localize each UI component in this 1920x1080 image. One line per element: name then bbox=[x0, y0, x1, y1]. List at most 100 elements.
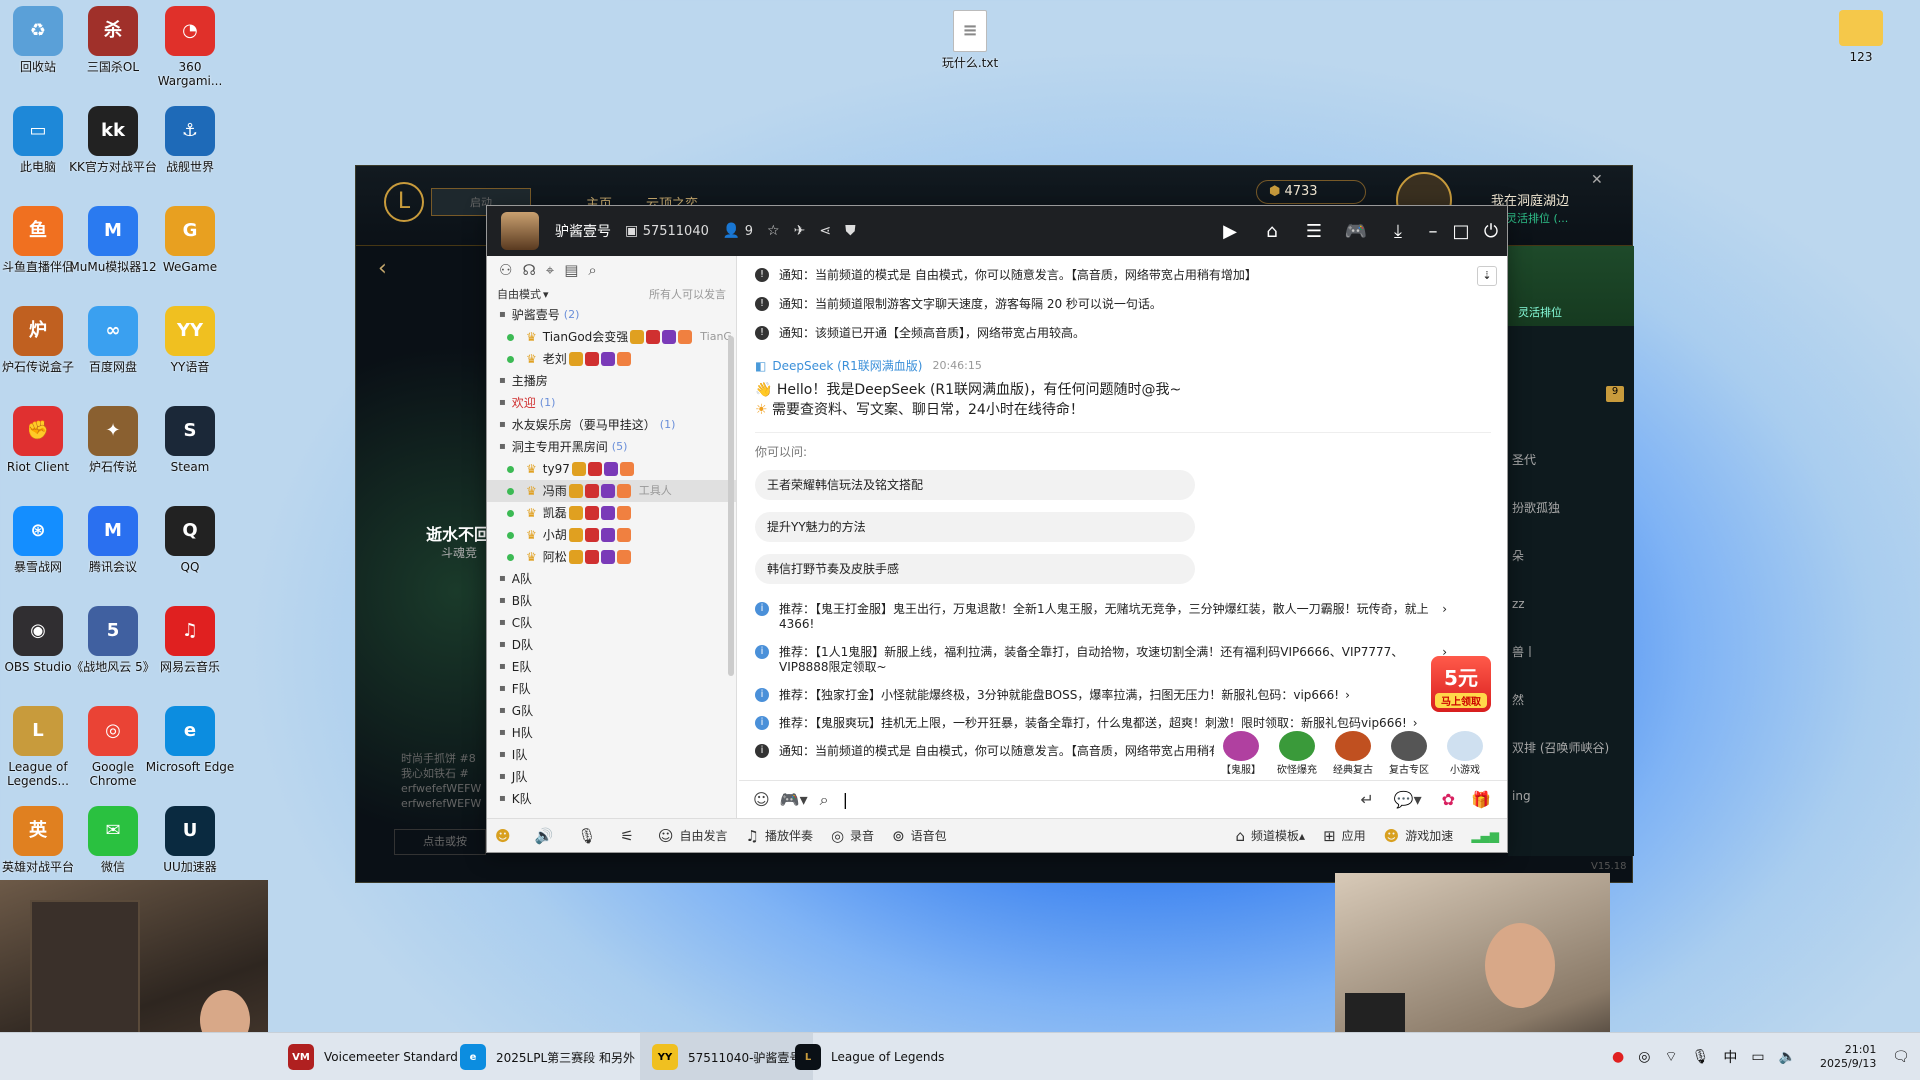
equalizer-icon[interactable]: ⚟ bbox=[620, 827, 639, 845]
bubble-icon[interactable]: 💬▾ bbox=[1394, 790, 1422, 809]
free-speak-button[interactable]: ☺ 自由发言 bbox=[658, 827, 728, 845]
maximize-icon[interactable]: □ bbox=[1447, 221, 1475, 242]
friend-item[interactable]: 朵 bbox=[1508, 532, 1628, 580]
scroll-down-icon[interactable]: ⇣ bbox=[1477, 266, 1497, 286]
list-icon[interactable]: ☰ bbox=[1293, 221, 1335, 242]
close-icon[interactable]: ✕ bbox=[1591, 172, 1603, 188]
channel-avatar[interactable] bbox=[501, 212, 539, 250]
channel-room[interactable]: ▪ J队 bbox=[487, 766, 736, 788]
emoji-icon[interactable]: ☺ bbox=[753, 790, 770, 809]
minimize-icon[interactable]: – bbox=[1419, 221, 1447, 242]
chat-input[interactable]: ☺ 🎮▾ ⌕ | ↵ 💬▾ ✿ 🎁 bbox=[739, 780, 1507, 818]
clock[interactable]: 21:01 2025/9/13 bbox=[1820, 1033, 1876, 1080]
display-icon[interactable]: ▭ bbox=[1751, 1049, 1764, 1065]
promo-message[interactable]: i 推荐：【1人1鬼服】新服上线，福利拉满，装备全靠打，自动拾物，攻速切割全满！还… bbox=[739, 641, 1507, 684]
desktop-icon[interactable]: G WeGame bbox=[145, 206, 235, 274]
rose-icon[interactable]: ✿ bbox=[1442, 790, 1455, 809]
channel-user[interactable]: ♛ 阿松 bbox=[487, 546, 736, 568]
desktop-icon[interactable]: U UU加速器 bbox=[145, 806, 235, 874]
headset-icon[interactable]: ☊ bbox=[522, 261, 535, 279]
channel-room[interactable]: ▪ 主播房 bbox=[487, 370, 736, 392]
suggestion-chip[interactable]: 王者荣耀韩信玩法及铭文搭配 bbox=[755, 470, 1195, 500]
plane-icon[interactable]: ✈ bbox=[794, 223, 806, 239]
channel-room[interactable]: ▪ B队 bbox=[487, 590, 736, 612]
taskbar-voicemeeter[interactable]: VM Voicemeeter Standard bbox=[288, 1033, 458, 1080]
chevron-right-icon[interactable]: › bbox=[1413, 716, 1418, 731]
taskbar-yy[interactable]: YY 57511040-驴酱壹号 bbox=[640, 1033, 814, 1080]
game-tile[interactable]: 经典复古 bbox=[1326, 731, 1380, 776]
desktop-icon[interactable]: S Steam bbox=[145, 406, 235, 474]
download-icon[interactable]: ⤓ bbox=[1377, 221, 1419, 242]
image-icon[interactable]: ⌕ bbox=[820, 790, 829, 810]
promo-message[interactable]: i 推荐：【独家打金】小怪就能爆终极，3分钟就能盘BOSS，爆率拉满，扫图无压力！… bbox=[739, 684, 1507, 712]
voice-pack-button[interactable]: ⊚ 语音包 bbox=[892, 827, 947, 845]
game-boost-button[interactable]: ☻ 游戏加速 bbox=[1384, 827, 1454, 845]
speaker-icon[interactable]: 🔊 bbox=[535, 827, 560, 845]
back-arrow-icon[interactable]: ‹ bbox=[378, 256, 387, 281]
channel-room[interactable]: ▪ H队 bbox=[487, 722, 736, 744]
channel-room[interactable]: ▪ 水友娱乐房（要马甲挂这） (1) bbox=[487, 414, 736, 436]
game-tile[interactable]: 复古专区 bbox=[1382, 731, 1436, 776]
bot-name[interactable]: DeepSeek (R1联网满血版) bbox=[772, 357, 922, 374]
home-icon[interactable]: ⌂ bbox=[1251, 221, 1293, 242]
promo-badge[interactable]: 5元 马上领取 bbox=[1431, 656, 1491, 712]
video-icon[interactable]: ▶ bbox=[1209, 221, 1251, 242]
channel-room[interactable]: ▪ G队 bbox=[487, 700, 736, 722]
desktop-icon[interactable]: YY YY语音 bbox=[145, 306, 235, 374]
mic-icon[interactable]: 🎙 bbox=[577, 827, 602, 845]
channel-user[interactable]: ♛ 老刘 bbox=[487, 348, 736, 370]
wifi-icon[interactable]: ⌔ bbox=[1664, 1048, 1677, 1066]
desktop-folder-icon[interactable]: 123 bbox=[1816, 10, 1906, 64]
desktop-icon[interactable]: ◔ 360 Wargami... bbox=[145, 6, 235, 88]
star-icon[interactable]: ☆ bbox=[767, 223, 780, 239]
game-tile[interactable]: 小游戏 bbox=[1438, 731, 1492, 776]
league-chat-input[interactable]: 点击或按 bbox=[394, 829, 486, 855]
gift-icon[interactable]: 🎁 bbox=[1471, 790, 1491, 809]
notification-icon[interactable]: 🗨 bbox=[1892, 1033, 1910, 1080]
user-icon[interactable]: ⚇ bbox=[499, 261, 512, 279]
enter-icon[interactable]: ↵ bbox=[1360, 790, 1373, 809]
channel-user[interactable]: ♛ 小胡 bbox=[487, 524, 736, 546]
game-tile[interactable]: 砍怪爆充 bbox=[1270, 731, 1324, 776]
channel-room[interactable]: ▪ C队 bbox=[487, 612, 736, 634]
channel-user[interactable]: ♛ ty97 bbox=[487, 458, 736, 480]
game-tile[interactable]: 【鬼服】 bbox=[1214, 731, 1268, 776]
search-icon[interactable]: ⌕ bbox=[588, 261, 596, 279]
channel-room[interactable]: ▪ D队 bbox=[487, 634, 736, 656]
chrome-tray-icon[interactable]: ◎ bbox=[1638, 1049, 1650, 1065]
yy-logo-icon[interactable]: ☻ bbox=[495, 827, 517, 845]
friend-item[interactable]: zz bbox=[1508, 580, 1628, 628]
desktop-icon[interactable]: ♫ 网易云音乐 bbox=[145, 606, 235, 674]
desktop-file-icon[interactable]: ≡ 玩什么.txt bbox=[925, 10, 1015, 70]
taskbar-league[interactable]: L League of Legends bbox=[795, 1033, 944, 1080]
volume-icon[interactable]: 🔈 bbox=[1779, 1049, 1796, 1065]
shield-icon[interactable]: ⛊ bbox=[845, 223, 856, 239]
record-button[interactable]: ◎ 录音 bbox=[831, 827, 874, 845]
friend-item[interactable]: 双排 (召唤师峡谷) bbox=[1508, 724, 1628, 772]
channel-room[interactable]: ▪ F队 bbox=[487, 678, 736, 700]
location-icon[interactable]: ⌖ bbox=[546, 261, 554, 279]
notes-icon[interactable]: ▤ bbox=[564, 261, 578, 279]
channel-room[interactable]: ▪ 洞主专用开黑房间 (5) bbox=[487, 436, 736, 458]
friend-item[interactable]: 兽丨 bbox=[1508, 628, 1628, 676]
mode-dropdown[interactable]: 自由模式 bbox=[497, 286, 541, 302]
netease-tray-icon[interactable]: ● bbox=[1612, 1049, 1624, 1065]
accompaniment-button[interactable]: ♫ 播放伴奏 bbox=[745, 827, 812, 845]
suggestion-chip[interactable]: 提升YY魅力的方法 bbox=[755, 512, 1195, 542]
desktop-icon[interactable]: ⚓ 战舰世界 bbox=[145, 106, 235, 174]
channel-template-button[interactable]: ⌂ 频道模板 ▴ bbox=[1235, 827, 1305, 845]
chevron-right-icon[interactable]: › bbox=[1345, 688, 1350, 703]
friend-item[interactable]: ing bbox=[1508, 772, 1628, 820]
channel-room[interactable]: ▪ I队 bbox=[487, 744, 736, 766]
ime-indicator[interactable]: 中 bbox=[1723, 1047, 1737, 1067]
sidebar-scrollbar[interactable] bbox=[728, 336, 734, 676]
friend-item[interactable]: 圣代 bbox=[1508, 436, 1628, 484]
channel-user[interactable]: ♛ 冯雨 工具人 bbox=[487, 480, 736, 502]
channel-user[interactable]: ♛ 凯磊 bbox=[487, 502, 736, 524]
mic-tray-icon[interactable]: 🎙 bbox=[1692, 1049, 1710, 1065]
power-icon[interactable]: ⏻ bbox=[1475, 221, 1507, 242]
channel-user[interactable]: ♛ TianGod会变强 TianG bbox=[487, 326, 736, 348]
friend-item[interactable]: 然 bbox=[1508, 676, 1628, 724]
apps-button[interactable]: ⊞ 应用 bbox=[1323, 827, 1366, 845]
friend-item[interactable]: 扮歌孤独 bbox=[1508, 484, 1628, 532]
